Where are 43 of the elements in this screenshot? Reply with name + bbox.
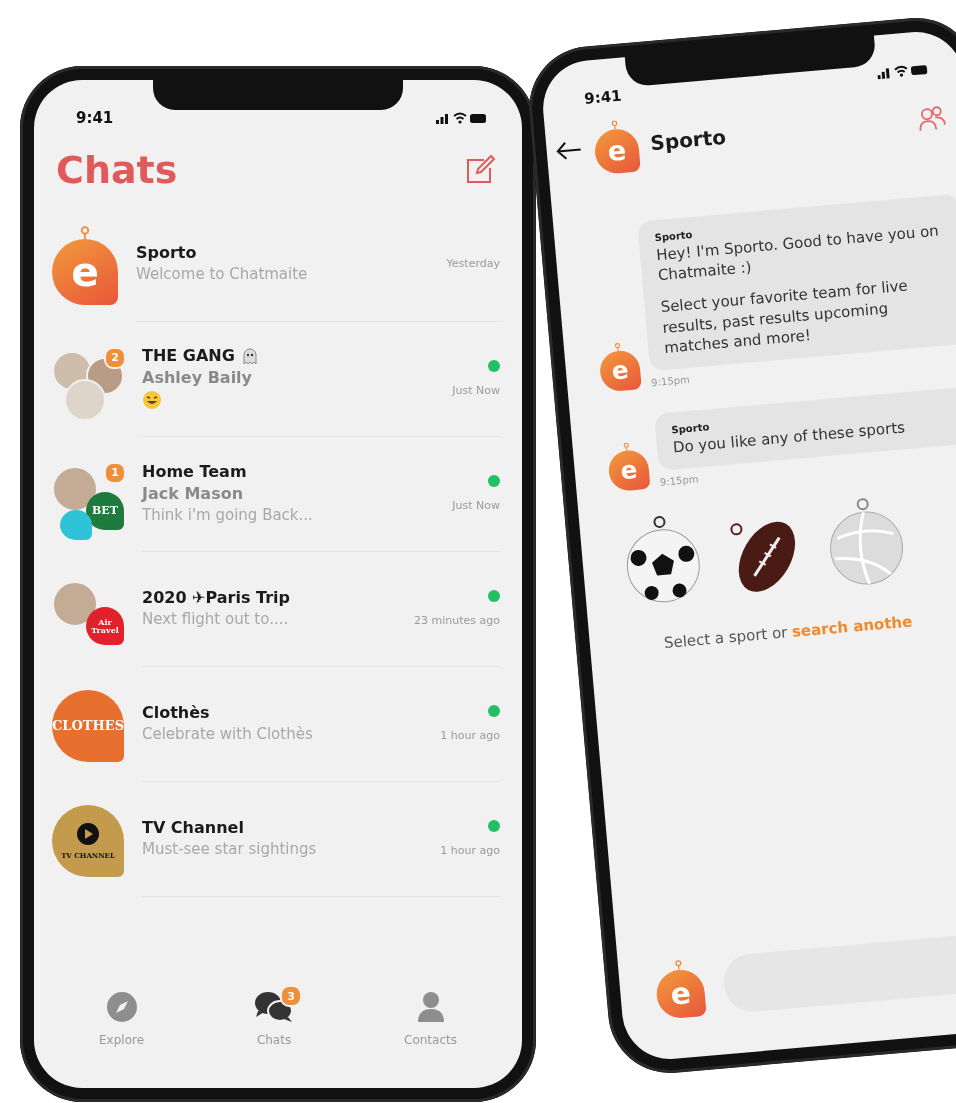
message-time: 23 minutes ago [414, 613, 500, 627]
message-time: Yesterday [446, 256, 500, 270]
message-preview: Celebrate with Clothès [142, 725, 314, 743]
sport-prompt: Select a sport or search anothe [663, 611, 914, 653]
chat-title: THE GANG [142, 346, 453, 365]
message-preview: Must-see star sightings [142, 840, 318, 858]
chat-row[interactable]: e Sporto Welcome to Chatmaite Yesterday [34, 206, 522, 321]
chat-row[interactable]: 2 THE GANG Ashley Baily Just Now [34, 321, 522, 436]
page-title: Chats [56, 148, 178, 192]
message-time: 9:15pm [659, 472, 700, 489]
message-time: 1 hour ago [440, 728, 500, 742]
status-time: 9:41 [76, 109, 114, 127]
chat-title: TV Channel [142, 818, 245, 837]
chat-title: Sporto [649, 124, 728, 156]
chat-row[interactable]: Air Travel 2020 ✈Paris Trip Next flight out to.... 23 minutes ago [34, 551, 522, 666]
group-icon[interactable] [916, 104, 949, 134]
message-time: Just Now [452, 383, 500, 397]
status-time: 9:41 [583, 86, 623, 108]
unread-badge: 3 [280, 985, 303, 1007]
message-preview: Next flight out to.... [142, 610, 290, 628]
bubble-sender: Sporto [654, 227, 694, 244]
chat-title: Home Team [142, 462, 248, 481]
message-time: 9:15pm [650, 372, 692, 389]
message-preview: Welcome to Chatmaite [136, 265, 309, 283]
chat-title: Clothès [142, 703, 211, 722]
status-icons [436, 111, 488, 125]
message-time: Just Now [452, 498, 500, 512]
person-icon [416, 991, 445, 1023]
compose-icon[interactable] [464, 154, 496, 186]
brand-logo: Air Travel [86, 606, 124, 645]
chat-row[interactable]: CLOTHES Clothès Celebrate with Clothès 1 hour ago [34, 666, 522, 781]
bubble-sender: Sporto [671, 420, 711, 436]
message-preview: Think i'm going Back... [142, 506, 314, 524]
compass-icon [105, 991, 138, 1023]
brand-name: CLOTHES [51, 719, 125, 732]
message-time: 1 hour ago [440, 843, 500, 857]
chat-row[interactable]: BET 1 Home Team Jack Mason Think i'm going Back... Just Now [34, 436, 522, 551]
sender-name: Ashley Baily [142, 368, 254, 387]
unread-badge: 2 [104, 346, 126, 369]
sender-name: Jack Mason [142, 484, 245, 503]
unread-badge: 1 [104, 461, 126, 484]
chat-title: Sporto [136, 243, 198, 262]
chat-title: 2020 ✈Paris Trip [142, 588, 292, 607]
